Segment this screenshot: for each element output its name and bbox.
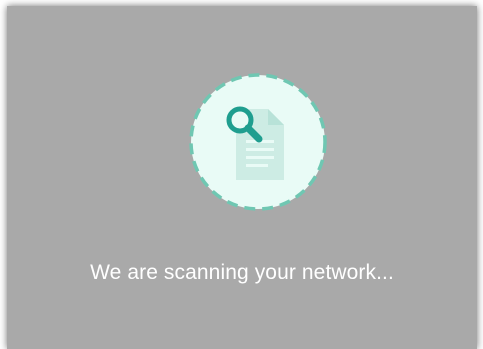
scan-overlay-panel: We are scanning your network... xyxy=(7,6,477,349)
scanning-status-text: We are scanning your network... xyxy=(90,261,394,284)
document-search-icon xyxy=(226,106,284,180)
scan-progress-indicator xyxy=(189,73,327,211)
